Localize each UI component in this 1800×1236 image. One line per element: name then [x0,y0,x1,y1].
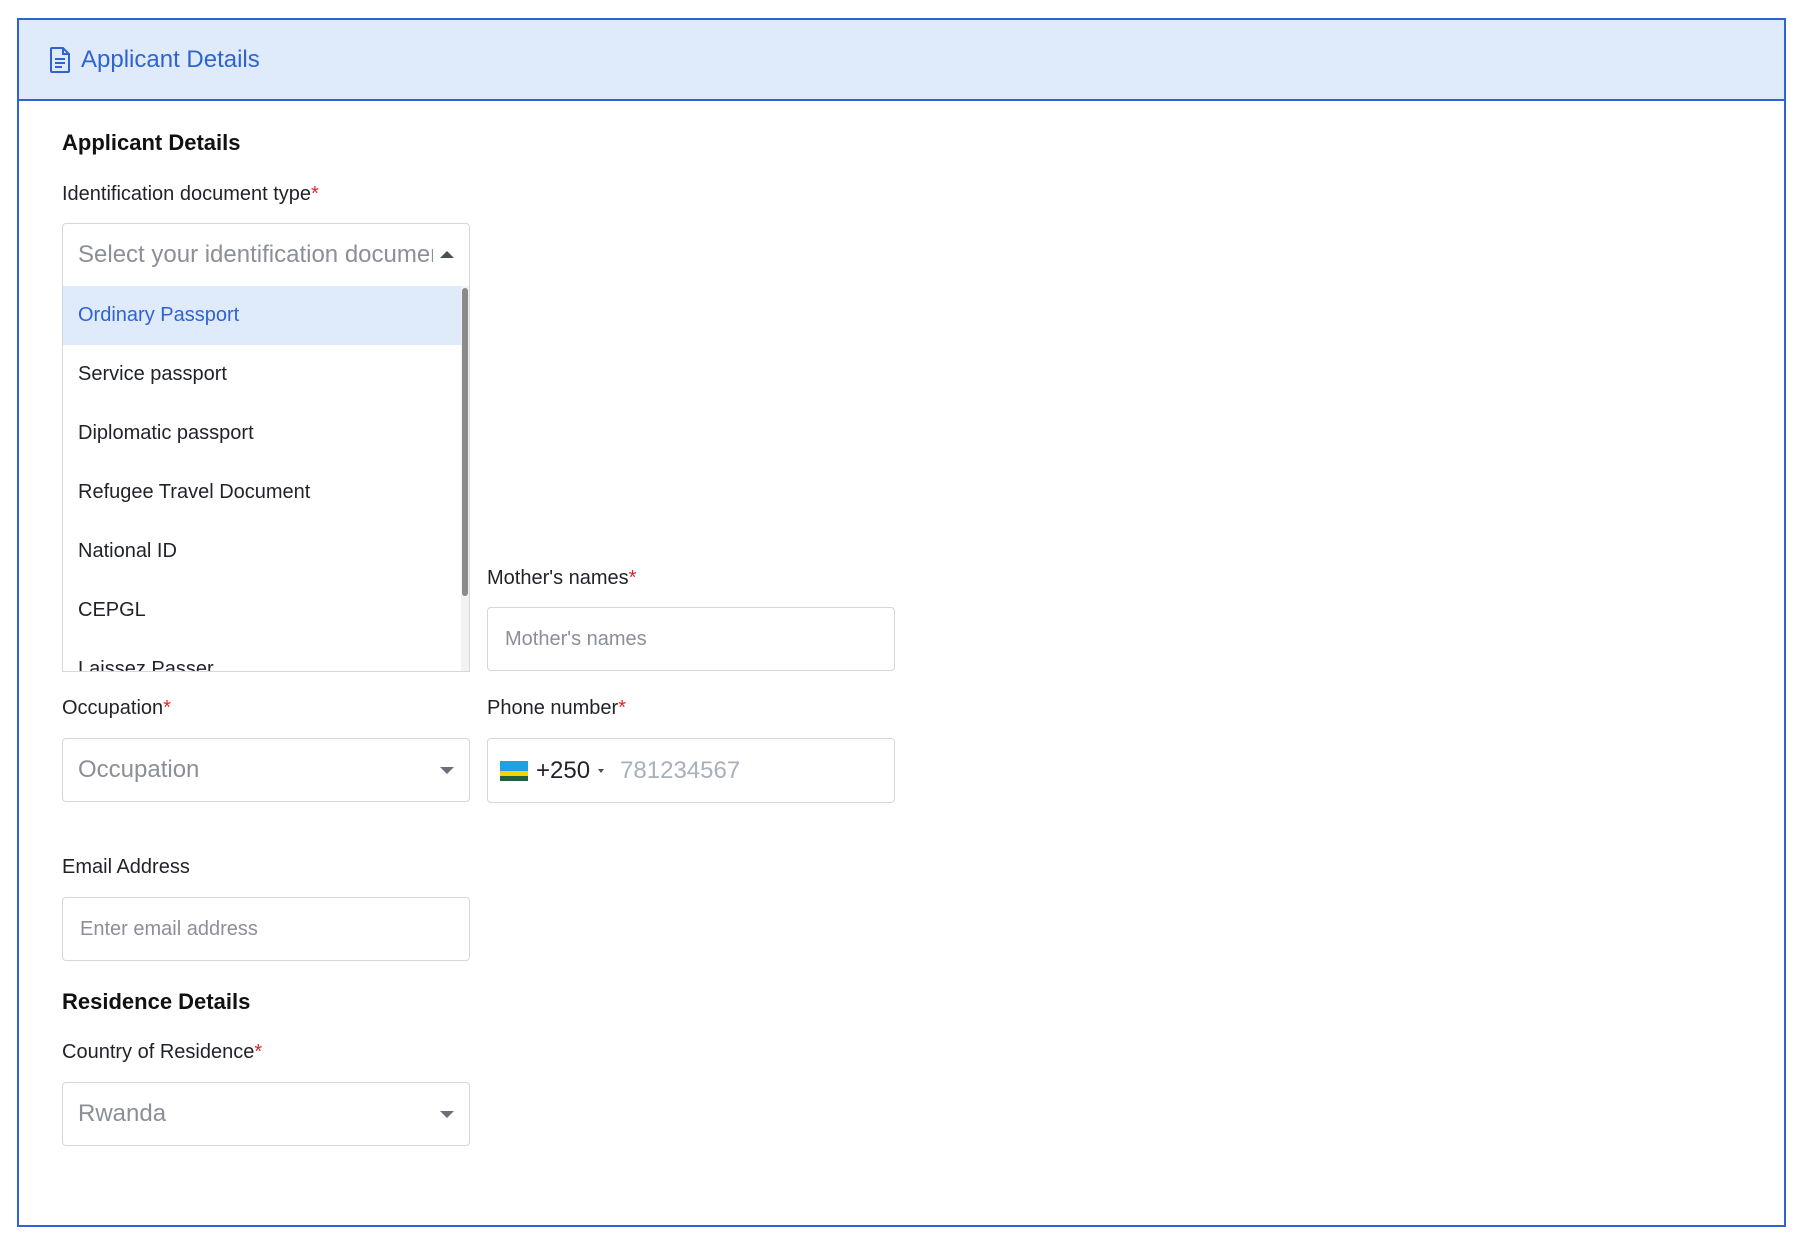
email-label: Email Address [62,856,190,878]
id-doc-select-placeholder: Select your identification documen [78,241,433,268]
mothers-names-placeholder: Mother's names [505,627,647,650]
occupation-label: Occupation* [62,697,171,720]
id-doc-select[interactable]: Select your identification documen [62,223,470,287]
country-of-residence-label-text: Country of Residence [62,1041,255,1063]
country-of-residence-value: Rwanda [78,1100,167,1127]
section-title-residence: Residence Details [62,989,251,1014]
chevron-down-icon [440,1111,454,1118]
dropdown-option-refugee-travel-document[interactable]: Refugee Travel Document [63,463,463,522]
required-mark: * [163,697,171,719]
id-doc-dropdown: Ordinary Passport Service passport Diplo… [62,286,470,672]
mothers-names-label-text: Mother's names [487,567,629,589]
dropdown-option-diplomatic-passport[interactable]: Diplomatic passport [63,404,463,463]
phone-label-text: Phone number [487,697,619,719]
document-icon [49,46,71,73]
occupation-placeholder: Occupation [78,756,200,783]
country-of-residence-label: Country of Residence* [62,1041,262,1064]
dial-code: +250 [536,756,591,784]
country-of-residence-select[interactable]: Rwanda [62,1082,470,1146]
email-input[interactable]: Enter email address [62,897,470,961]
required-mark: * [628,567,637,589]
mothers-names-input[interactable]: Mother's names [487,607,895,671]
required-mark: * [618,697,626,719]
rwanda-flag-icon [500,760,528,781]
dropdown-option-service-passport[interactable]: Service passport [63,345,463,404]
required-mark: * [311,183,319,205]
phone-label: Phone number* [487,697,626,720]
required-mark: * [254,1041,263,1063]
panel-title: Applicant Details [81,45,260,73]
mothers-names-label: Mother's names* [487,567,636,590]
dropdown-option-laissez-passer[interactable]: Laissez Passer [63,640,463,671]
occupation-select[interactable]: Occupation [62,738,470,802]
caret-up-icon [440,251,454,258]
dropdown-scrollbar-thumb[interactable] [462,288,468,596]
dropdown-option-national-id[interactable]: National ID [63,522,463,581]
dropdown-scrollbar[interactable] [461,286,469,671]
panel-header: Applicant Details [19,20,1784,101]
id-doc-label: Identification document type* [62,183,319,206]
dropdown-option-ordinary-passport[interactable]: Ordinary Passport [63,286,463,345]
section-title-applicant: Applicant Details [62,130,241,155]
country-code-selector[interactable]: +250 [488,757,620,785]
email-placeholder: Enter email address [80,917,258,940]
chevron-down-icon [440,767,454,774]
occupation-label-text: Occupation [62,697,164,719]
dropdown-option-cepgl[interactable]: CEPGL [63,581,463,640]
phone-placeholder: 781234567 [620,756,741,784]
caret-down-icon [598,768,605,773]
phone-input[interactable]: +250 781234567 [487,738,895,803]
id-doc-label-text: Identification document type [62,183,312,205]
